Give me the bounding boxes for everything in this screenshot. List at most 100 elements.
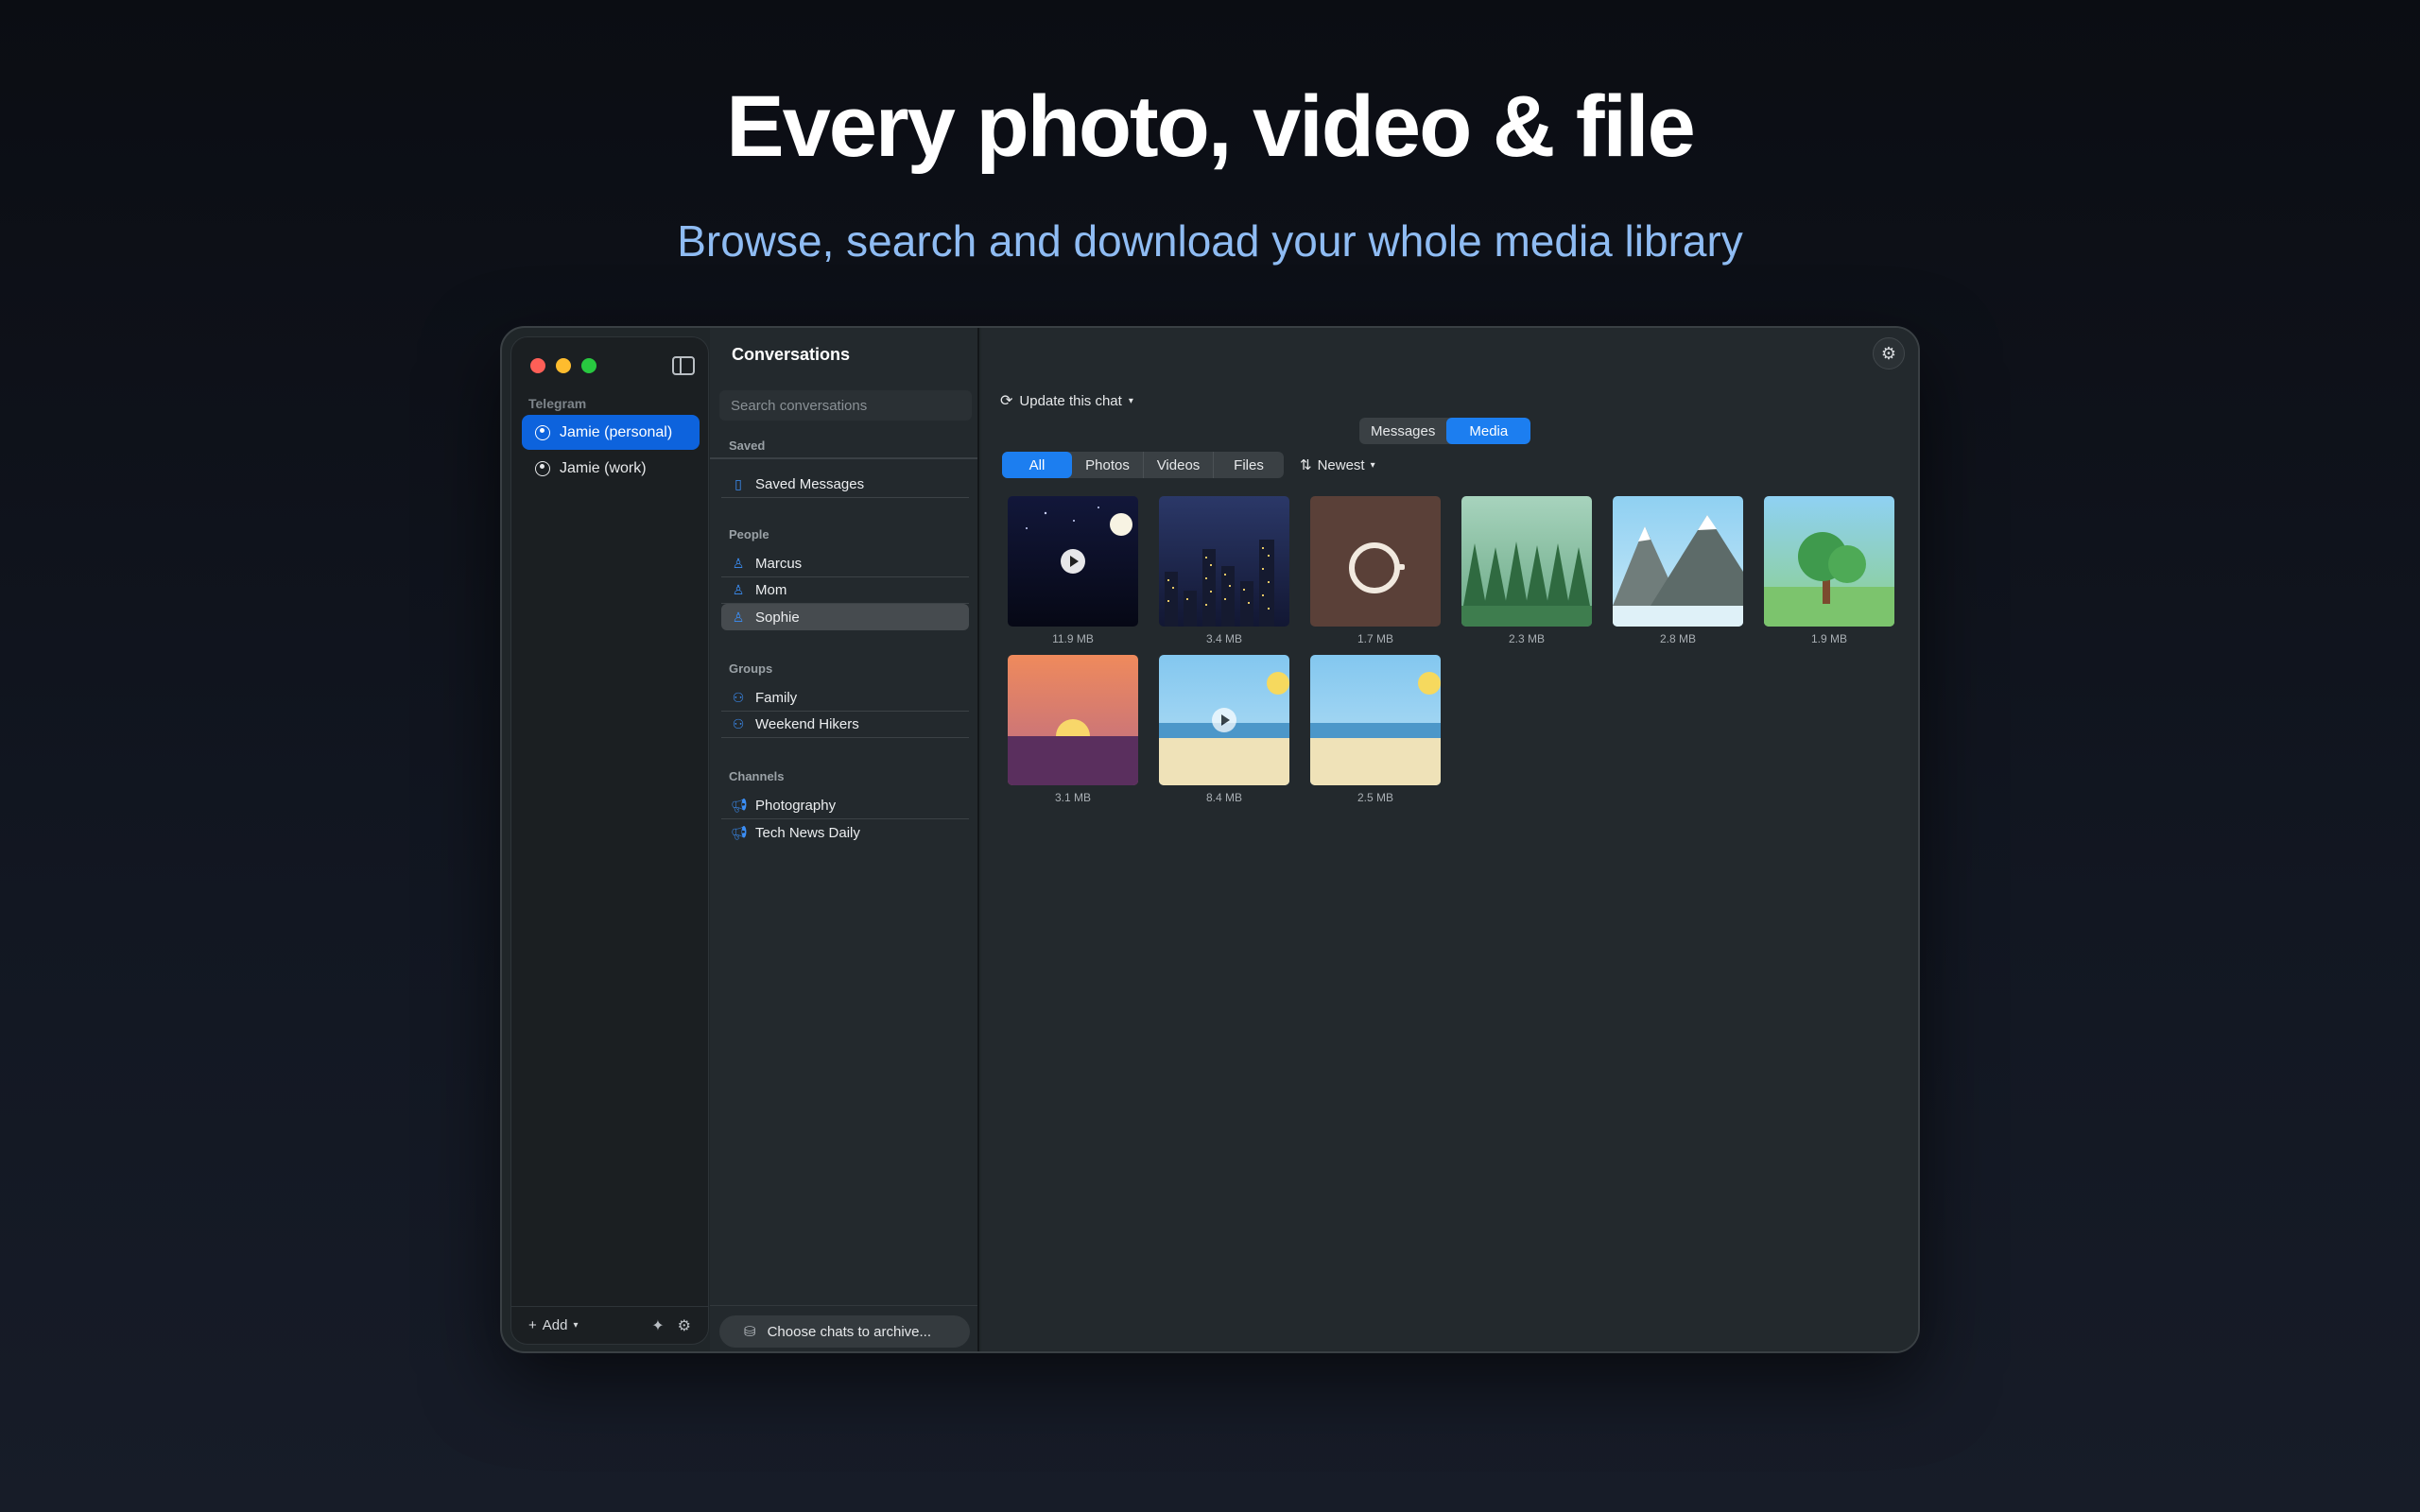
account-item-personal[interactable]: Jamie (personal) xyxy=(522,415,700,450)
account-item-work[interactable]: Jamie (work) xyxy=(522,451,700,486)
archive-chats-button[interactable]: ⛁ Choose chats to archive... xyxy=(719,1315,970,1348)
gear-icon[interactable]: ⚙ xyxy=(678,1316,691,1335)
media-size: 2.3 MB xyxy=(1508,632,1545,645)
chevron-down-icon: ▾ xyxy=(1370,459,1375,471)
plus-icon: + xyxy=(528,1317,537,1333)
conversation-label: Tech News Daily xyxy=(755,824,860,841)
media-size: 11.9 MB xyxy=(1052,632,1094,645)
conversation-label: Weekend Hikers xyxy=(755,716,859,732)
beach-thumbnail xyxy=(1310,672,1441,785)
person-icon: ♙ xyxy=(732,556,745,571)
minimize-window-button[interactable] xyxy=(556,358,571,373)
media-tile[interactable] xyxy=(1159,655,1289,785)
media-size: 1.7 MB xyxy=(1357,632,1393,645)
conversation-weekend-hikers[interactable]: ⚇ Weekend Hikers xyxy=(721,712,969,738)
conversation-label: Sophie xyxy=(755,609,800,626)
divider xyxy=(710,457,977,459)
settings-button[interactable]: ⚙ xyxy=(1873,337,1905,369)
account-label: Jamie (work) xyxy=(560,459,647,476)
group-label-people: People xyxy=(729,527,769,541)
group-label-groups: Groups xyxy=(729,662,773,676)
media-size: 3.4 MB xyxy=(1205,632,1242,645)
add-label: Add xyxy=(542,1317,568,1333)
person-icon: ♙ xyxy=(732,609,745,625)
conversation-tech-news-daily[interactable]: 📢︎ Tech News Daily xyxy=(721,819,969,846)
search-input[interactable]: Search conversations xyxy=(719,390,972,421)
group-label-channels: Channels xyxy=(729,769,785,783)
zoom-window-button[interactable] xyxy=(581,358,596,373)
conversation-saved-messages[interactable]: ▯ Saved Messages xyxy=(721,472,969,498)
window-controls xyxy=(530,358,596,373)
media-size: 2.5 MB xyxy=(1357,791,1393,804)
media-tile[interactable] xyxy=(1310,496,1441,627)
media-size: 1.9 MB xyxy=(1810,632,1847,645)
update-chat-button[interactable]: ⟳ Update this chat ▾ xyxy=(1000,391,1133,410)
sparkle-icon[interactable]: ✦ xyxy=(651,1316,664,1335)
filter-files[interactable]: Files xyxy=(1214,452,1284,478)
conversation-label: Family xyxy=(755,690,798,706)
media-size: 2.8 MB xyxy=(1659,632,1696,645)
play-icon xyxy=(1061,549,1085,574)
accounts-sidebar: Telegram Jamie (personal) Jamie (work) +… xyxy=(510,336,709,1345)
people-icon: ⚇ xyxy=(732,716,745,731)
conversation-sophie[interactable]: ♙ Sophie xyxy=(721,604,969,630)
media-tile[interactable] xyxy=(1613,496,1743,627)
gear-icon: ⚙ xyxy=(1880,343,1897,363)
media-size: 8.4 MB xyxy=(1205,791,1242,804)
person-circle-icon xyxy=(535,460,550,476)
conversation-family[interactable]: ⚇ Family xyxy=(721,685,969,712)
person-icon: ♙ xyxy=(732,582,745,597)
sort-arrows-icon: ⇅ xyxy=(1300,457,1312,473)
megaphone-icon: 📢︎ xyxy=(731,798,748,813)
account-label: Jamie (personal) xyxy=(560,423,673,440)
media-size: 3.1 MB xyxy=(1054,791,1091,804)
city-night-thumbnail xyxy=(1165,540,1274,627)
media-tile[interactable] xyxy=(1764,496,1894,627)
person-circle-icon xyxy=(535,424,550,440)
sunset-thumbnail xyxy=(1008,719,1138,785)
filter-all[interactable]: All xyxy=(1002,452,1072,478)
mountains-thumbnail xyxy=(1613,515,1743,627)
media-tile[interactable] xyxy=(1461,496,1592,627)
media-panel: ⚙ ⟳ Update this chat ▾ Messages Media Al… xyxy=(981,328,1918,1351)
filter-videos[interactable]: Videos xyxy=(1144,452,1214,478)
conversation-label: Marcus xyxy=(755,556,803,572)
play-icon xyxy=(1212,708,1236,732)
conversations-title: Conversations xyxy=(732,345,851,364)
conversation-label: Mom xyxy=(755,582,787,598)
sidebar-toggle-icon[interactable] xyxy=(672,356,695,375)
megaphone-icon: 📢︎ xyxy=(731,824,748,840)
conversation-label: Photography xyxy=(755,798,837,814)
refresh-icon: ⟳ xyxy=(1000,393,1013,409)
group-label-saved: Saved xyxy=(729,438,766,453)
filter-photos[interactable]: Photos xyxy=(1072,452,1144,478)
conversation-photography[interactable]: 📢︎ Photography xyxy=(721,793,969,819)
add-account-button[interactable]: + Add ▾ xyxy=(528,1317,579,1333)
hero-subtitle: Browse, search and download your whole m… xyxy=(677,216,1743,266)
tab-media[interactable]: Media xyxy=(1446,418,1531,444)
hero-title: Every photo, video & file xyxy=(726,78,1696,175)
media-tile[interactable] xyxy=(1310,655,1441,785)
chevron-down-icon: ▾ xyxy=(573,1320,579,1331)
media-tile[interactable] xyxy=(1008,496,1138,627)
sidebar-section-label: Telegram xyxy=(528,396,587,411)
media-tile[interactable] xyxy=(1008,655,1138,785)
conversation-mom[interactable]: ♙ Mom xyxy=(721,577,969,604)
forest-thumbnail xyxy=(1461,541,1592,627)
tree-thumbnail xyxy=(1764,532,1894,627)
update-label: Update this chat xyxy=(1019,392,1122,409)
sort-dropdown[interactable]: ⇅ Newest ▾ xyxy=(1300,456,1375,474)
archive-label: Choose chats to archive... xyxy=(767,1323,932,1340)
people-icon: ⚇ xyxy=(732,690,745,705)
archive-tray-icon: ⛁ xyxy=(744,1324,756,1340)
divider xyxy=(710,1304,977,1306)
app-window: Telegram Jamie (personal) Jamie (work) +… xyxy=(500,326,1920,1353)
close-window-button[interactable] xyxy=(530,358,545,373)
media-filter: All Photos Videos Files xyxy=(1002,452,1284,478)
sort-label: Newest xyxy=(1317,456,1365,473)
media-tile[interactable] xyxy=(1159,496,1289,627)
tab-messages[interactable]: Messages xyxy=(1359,418,1446,444)
chevron-down-icon: ▾ xyxy=(1128,395,1133,406)
sidebar-footer: + Add ▾ ✦ ⚙ xyxy=(511,1306,708,1344)
conversation-marcus[interactable]: ♙ Marcus xyxy=(721,551,969,577)
